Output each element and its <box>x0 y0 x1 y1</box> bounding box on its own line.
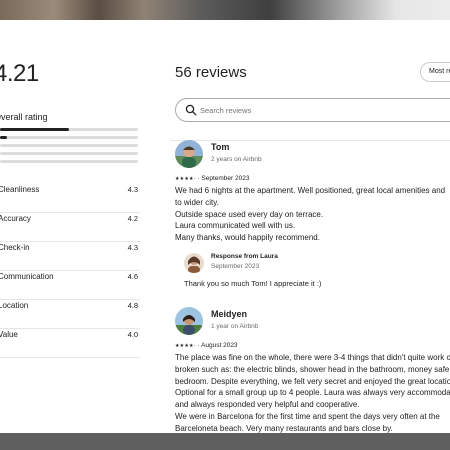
reviewer-tenure: 2 years on Airbnb <box>211 156 262 163</box>
category-row: Cleanliness 4.3 <box>0 185 140 213</box>
search-reviews-box[interactable] <box>175 98 450 122</box>
distribution-bar-fill <box>0 136 7 139</box>
response-text: Thank you so much Tom! I appreciate it :… <box>184 279 322 288</box>
category-label: Cleanliness <box>0 185 40 194</box>
header-divider <box>170 140 450 141</box>
category-row: Communication 4.6 <box>0 272 140 300</box>
distribution-bar-2 <box>0 152 138 155</box>
category-label: Location <box>0 301 29 310</box>
overall-rating-label: Overall rating <box>0 112 48 122</box>
overall-rating-value: 4.21 <box>0 60 39 87</box>
distribution-bar-1 <box>0 160 138 163</box>
reviewer-name: Tom <box>211 142 230 152</box>
response-date: September 2023 <box>211 263 260 270</box>
category-label: Accuracy <box>0 214 31 223</box>
reviews-modal: 4.21 Overall rating Cleanliness4.3Accura… <box>0 20 450 433</box>
review-date: August 2023 <box>201 342 238 349</box>
reviewer-name: Meidyen <box>211 309 248 319</box>
category-label: Check-in <box>0 243 30 252</box>
distribution-bar-fill <box>0 128 69 131</box>
search-icon <box>185 104 197 116</box>
search-input[interactable] <box>200 106 440 115</box>
response-title: Response from Laura <box>211 253 278 260</box>
distribution-bar-4 <box>0 136 138 139</box>
category-row: Check-in 4.3 <box>0 243 140 271</box>
review-text: We had 6 nights at the apartment. Well p… <box>175 186 446 243</box>
reviews-count-title: 56 reviews <box>175 64 247 81</box>
reviewer-tenure: 1 year on Airbnb <box>211 323 259 330</box>
review-date: September 2023 <box>201 175 250 182</box>
background-photo-strip <box>0 0 450 20</box>
category-score: 4.2 <box>127 214 138 223</box>
distribution-bar-3 <box>0 144 138 147</box>
category-row: Location 4.8 <box>0 301 140 329</box>
star-rating: ★★★★· <box>175 176 196 182</box>
category-row: Accuracy 4.2 <box>0 214 140 242</box>
background-bottom-strip <box>0 433 450 450</box>
category-row: Value 4.0 <box>0 330 140 358</box>
review-text: The place was fine on the whole, there w… <box>175 353 450 433</box>
category-label: Communication <box>0 272 54 281</box>
avatar[interactable] <box>175 140 203 168</box>
distribution-bar-5 <box>0 128 138 131</box>
star-rating: ★★★★· <box>175 343 196 349</box>
category-score: 4.3 <box>127 185 138 194</box>
avatar[interactable] <box>175 307 203 335</box>
review-rating-date: ★★★★· · September 2023 <box>175 175 250 182</box>
category-score: 4.3 <box>127 243 138 252</box>
category-score: 4.6 <box>127 272 138 281</box>
sort-dropdown-button[interactable]: Most recent <box>420 62 450 82</box>
review-rating-date: ★★★★· · August 2023 <box>175 342 238 349</box>
category-label: Value <box>0 330 18 339</box>
category-score: 4.8 <box>127 301 138 310</box>
category-score: 4.0 <box>127 330 138 339</box>
host-avatar <box>184 253 204 273</box>
